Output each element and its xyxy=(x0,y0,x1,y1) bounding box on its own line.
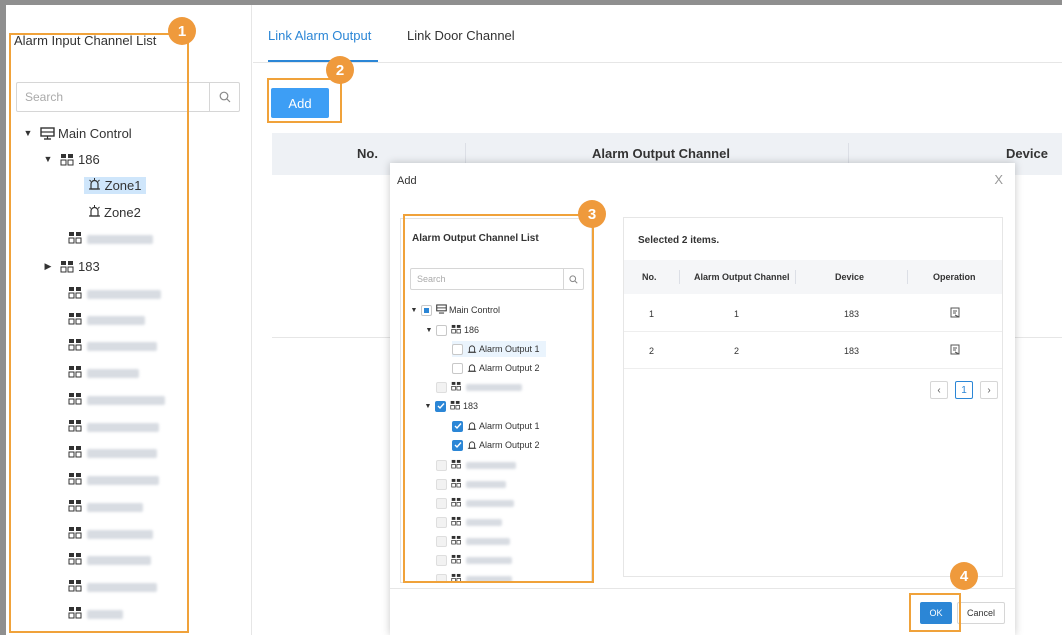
prev-page-button[interactable]: ‹ xyxy=(930,381,948,399)
column-header-channel: Alarm Output Channel xyxy=(592,146,730,161)
cell-channel: 1 xyxy=(734,309,740,319)
cell-no: 1 xyxy=(649,309,655,319)
callout-badge-3: 3 xyxy=(578,200,606,228)
cell-device: 183 xyxy=(844,309,860,319)
cell-channel: 2 xyxy=(734,346,740,356)
callout-badge-2: 2 xyxy=(326,56,354,84)
column-header-no: No. xyxy=(642,272,657,282)
delete-icon[interactable] xyxy=(950,307,960,320)
callout-box-1 xyxy=(9,33,189,633)
dialog-footer-divider xyxy=(390,588,1015,589)
column-header-no: No. xyxy=(357,146,378,161)
selected-summary: Selected 2 items. xyxy=(638,235,720,246)
column-header-device: Device xyxy=(835,272,865,282)
cell-device: 183 xyxy=(844,346,860,356)
column-divider xyxy=(679,270,680,284)
close-icon[interactable]: X xyxy=(994,172,1003,187)
selected-table-header: No. Alarm Output Channel Device Operatio… xyxy=(624,260,1002,294)
column-header-channel: Alarm Output Channel xyxy=(694,272,790,282)
callout-box-2 xyxy=(267,78,342,123)
column-header-device: Device xyxy=(1006,146,1048,161)
selected-items-panel: Selected 2 items. No. Alarm Output Chann… xyxy=(623,217,1003,577)
callout-box-3 xyxy=(403,214,594,583)
dialog-title: Add xyxy=(397,175,417,187)
callout-badge-4: 4 xyxy=(950,562,978,590)
selected-table-row: 2 2 183 xyxy=(624,333,1002,369)
selected-table-row: 1 1 183 xyxy=(624,296,1002,332)
callout-box-4 xyxy=(909,593,961,632)
callout-badge-1: 1 xyxy=(168,17,196,45)
delete-icon[interactable] xyxy=(950,344,960,357)
tab-link-alarm-output[interactable]: Link Alarm Output xyxy=(268,28,371,43)
column-divider xyxy=(795,270,796,284)
cell-no: 2 xyxy=(649,346,655,356)
column-header-operation: Operation xyxy=(933,272,976,282)
search-icon xyxy=(219,91,230,103)
next-page-button[interactable]: › xyxy=(980,381,998,399)
search-button[interactable] xyxy=(209,83,239,111)
active-tab-indicator xyxy=(268,60,378,62)
tab-bar xyxy=(253,5,1062,63)
column-divider xyxy=(848,143,849,165)
page-number-button[interactable]: 1 xyxy=(955,381,973,399)
column-divider xyxy=(465,143,466,165)
tab-link-door-channel[interactable]: Link Door Channel xyxy=(407,28,515,43)
column-divider xyxy=(907,270,908,284)
cancel-button[interactable]: Cancel xyxy=(957,602,1005,624)
